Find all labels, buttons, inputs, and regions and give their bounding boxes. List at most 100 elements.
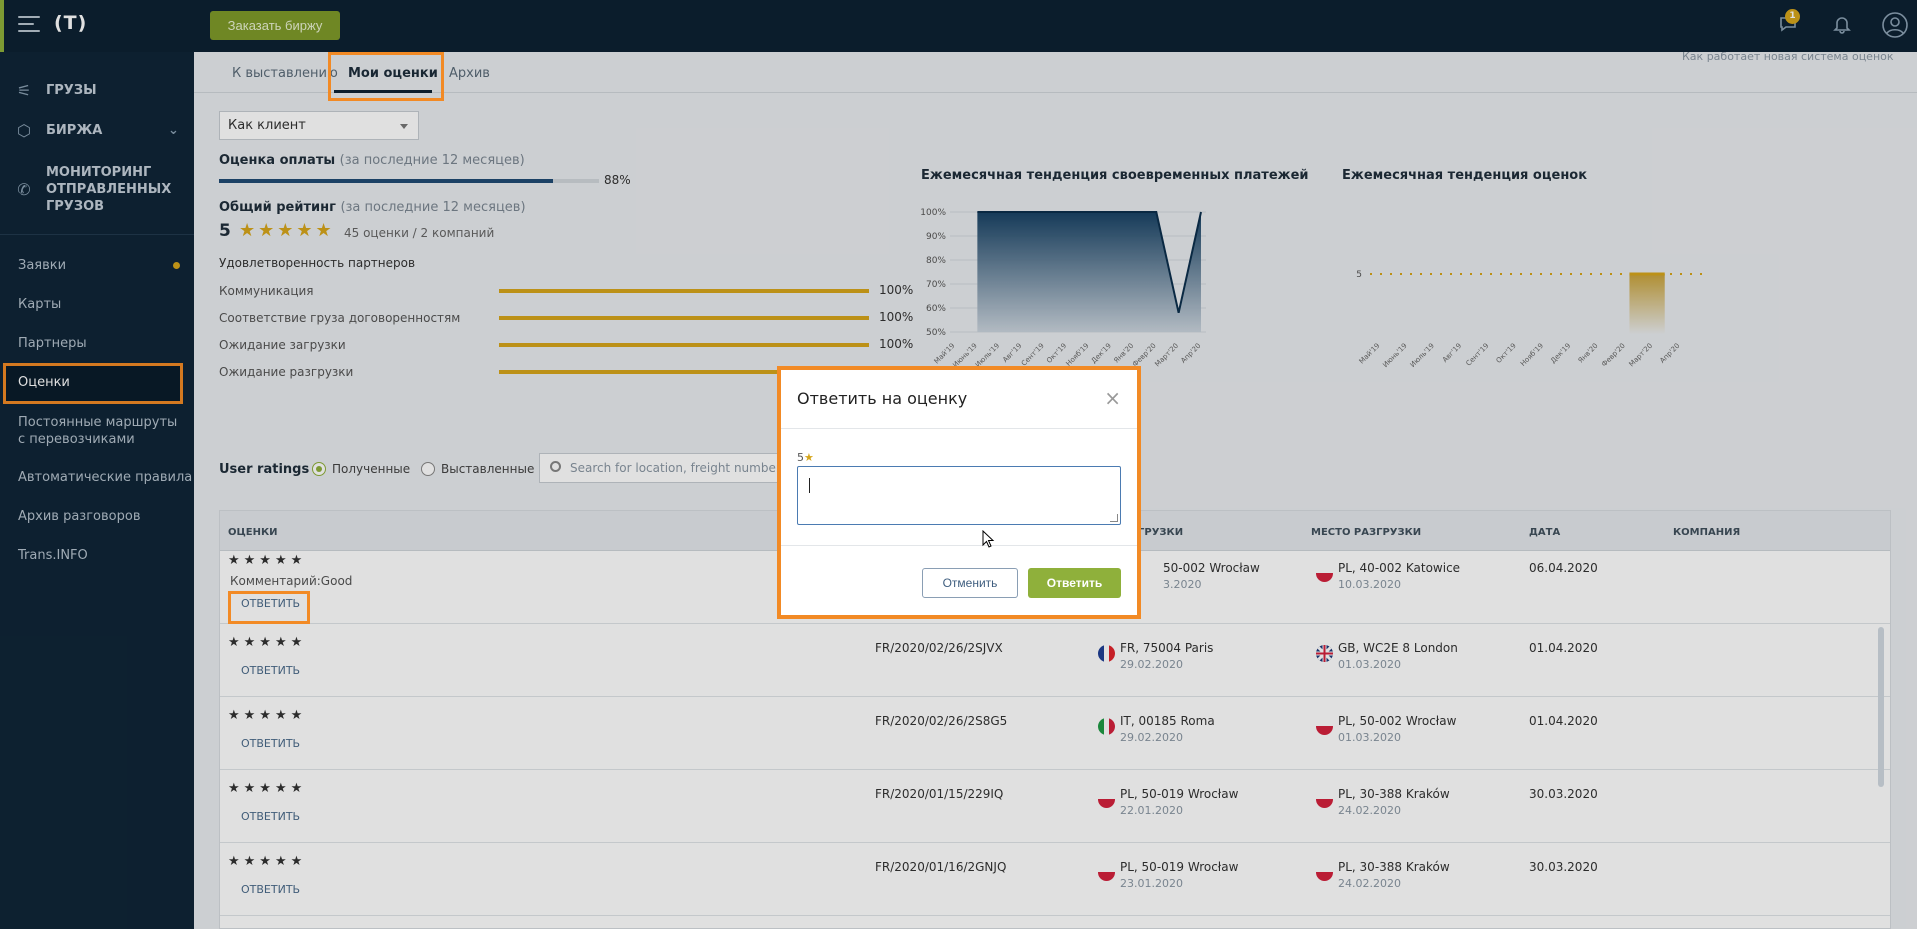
row-freight-number[interactable]: FR/2020/01/15/229IQ (875, 787, 1003, 801)
reply-button[interactable]: ОТВЕТИТЬ (241, 810, 300, 823)
row-unloading: PL, 30-388 Kraków 24.02.2020 (1338, 787, 1450, 817)
payments-trend-chart: 100%90%80%70%60%50%Май'19Июнь'19Июль'19 А… (920, 208, 1206, 369)
header-loading: ГРУЗКИ (1138, 527, 1184, 538)
sidebar-item-monitoring[interactable]: ✆ МОНИТОРИНГ ОТПРАВЛЕННЫХ ГРУЗОВ (0, 164, 171, 215)
sidebar-item-requests[interactable]: Заявки (18, 258, 66, 273)
reply-textarea[interactable] (797, 466, 1121, 525)
table-row: ★★★★★ ОТВЕТИТЬ FR/2020/02/26/2SJVX FR, 7… (220, 624, 1890, 697)
comment-text: Good (320, 574, 353, 588)
radio-received[interactable]: Полученные (312, 462, 410, 476)
sidebar-item-routes[interactable]: Постоянные маршруты с перевозчиками (18, 414, 178, 448)
sidebar-item-ratings[interactable]: Оценки (18, 375, 70, 390)
flag-pl-icon (1316, 718, 1333, 735)
unload-place: GB, WC2E 8 London (1338, 641, 1458, 655)
bell-icon[interactable] (1830, 14, 1854, 38)
role-select-value: Как клиент (228, 118, 306, 133)
sidebar-item-exchange[interactable]: ⬡ БИРЖА ⌄ (0, 122, 194, 139)
reply-button[interactable]: ОТВЕТИТЬ (241, 664, 300, 677)
sidebar: ⚟ ГРУЗЫ ⬡ БИРЖА ⌄ ✆ МОНИТОРИНГ ОТПРАВЛЕН… (0, 52, 194, 929)
row-comment: Комментарий:Good (230, 574, 352, 588)
monitoring-icon: ✆ (17, 180, 31, 199)
tab-archive[interactable]: Архив (449, 66, 490, 81)
flag-pl-icon (1098, 864, 1115, 881)
payment-rating-title: Оценка оплаты (за последние 12 месяцев) (219, 153, 525, 168)
load-place: PL, 50-019 Wrocław (1120, 860, 1239, 874)
x-tick-label: Сент'19 (1020, 342, 1046, 368)
reply-button[interactable]: ОТВЕТИТЬ (241, 737, 300, 750)
close-icon[interactable]: × (1104, 386, 1121, 410)
submit-reply-button[interactable]: Ответить (1028, 568, 1121, 598)
menu-icon[interactable] (18, 16, 40, 32)
overall-period: (за последние 12 месяцев) (340, 200, 526, 215)
rating-system-help-link[interactable]: Как работает новая система оценок (1682, 52, 1894, 63)
x-tick-label: Нояб'19 (1519, 342, 1545, 368)
y-tick-label: 60% (926, 304, 946, 314)
row-stars: ★★★★★ (228, 708, 307, 723)
table-row: ★★★★★ ОТВЕТИТЬ FR/2020/01/16/2GNJQ PL, 5… (220, 843, 1890, 916)
satisfaction-bar (499, 316, 869, 320)
sidebar-item-transinfo[interactable]: Trans.INFO (18, 548, 88, 563)
flag-pl-icon (1316, 864, 1333, 881)
user-avatar-icon[interactable] (1881, 11, 1909, 39)
reply-dialog: Ответить на оценку × 5★ Отменить Ответит… (781, 370, 1137, 615)
unload-place: PL, 40-002 Katowice (1338, 561, 1461, 575)
tab-to-rate[interactable]: К выставлению (232, 66, 338, 81)
flag-pl-icon (1316, 565, 1333, 582)
exchange-icon: ⬡ (17, 121, 31, 140)
header-company: КОМПАНИЯ (1673, 527, 1741, 538)
header-ratings: ОЦЕНКИ (228, 527, 278, 538)
sidebar-item-partners[interactable]: Партнеры (18, 336, 87, 351)
tabs-bar: К выставлению Мои оценки Архив (194, 52, 1917, 93)
radio-given[interactable]: Выставленные (421, 462, 534, 476)
reply-highlight-frame (228, 591, 310, 624)
role-select[interactable]: Как клиент (219, 111, 419, 140)
app-logo[interactable]: (T) (54, 12, 87, 34)
payment-title-text: Оценка оплаты (219, 153, 336, 168)
table-scrollbar[interactable] (1878, 627, 1884, 787)
radio-unselected-icon (421, 462, 435, 476)
row-freight-number[interactable]: FR/2020/01/16/2GNJQ (875, 860, 1006, 874)
unload-date: 01.03.2020 (1338, 658, 1401, 671)
satisfaction-label: Ожидание загрузки (219, 338, 346, 352)
overall-title-text: Общий рейтинг (219, 200, 336, 215)
star-icon: ★ (804, 451, 814, 464)
user-ratings-label: User ratings (219, 462, 310, 477)
payment-bar-fill (219, 179, 554, 183)
satisfaction-label: Соответствие груза договоренностям (219, 311, 461, 325)
sidebar-item-label: БИРЖА (46, 123, 103, 138)
order-exchange-button[interactable]: Заказать биржу (210, 11, 340, 40)
unload-date: 24.02.2020 (1338, 804, 1401, 817)
load-date: 3.2020 (1163, 578, 1202, 591)
sidebar-item-cargo[interactable]: ⚟ ГРУЗЫ (0, 82, 97, 99)
unload-place: PL, 50-002 Wrocław (1338, 714, 1457, 728)
overall-score: 5 (219, 221, 231, 241)
tab-highlight-frame (328, 52, 444, 101)
radio-given-label: Выставленные (441, 462, 535, 476)
satisfaction-label: Ожидание разгрузки (219, 365, 354, 379)
sidebar-item-chat-archive[interactable]: Архив разговоров (18, 509, 140, 524)
dialog-header: Ответить на оценку × (781, 370, 1137, 429)
satisfaction-bar (499, 343, 869, 347)
table-row: ★★★★★ ОТВЕТИТЬ FR/2020/01/15/229IQ PL, 5… (220, 770, 1890, 843)
row-date: 30.03.2020 (1529, 787, 1598, 801)
row-freight-number[interactable]: FR/2020/02/26/2SJVX (875, 641, 1003, 655)
table-row: ★★★★★ ОТВЕТИТЬ FR/2020/02/26/2S8G5 IT, 0… (220, 697, 1890, 770)
top-bar: (T) Заказать биржу 1 (0, 0, 1917, 52)
cargo-icon: ⚟ (16, 81, 32, 100)
resize-handle-icon[interactable] (1110, 514, 1118, 522)
sidebar-item-maps[interactable]: Карты (18, 297, 61, 312)
x-tick-label: Сент'19 (1465, 342, 1491, 368)
row-stars: ★★★★★ (228, 781, 307, 796)
row-unloading: PL, 50-002 Wrocław 01.03.2020 (1338, 714, 1456, 744)
sidebar-item-auto-rules[interactable]: Автоматические правила (18, 470, 192, 485)
load-place: PL, 50-019 Wrocław (1120, 787, 1239, 801)
ratings-chart-title: Ежемесячная тенденция оценок (1342, 168, 1588, 183)
row-date: 30.03.2020 (1529, 860, 1598, 874)
row-freight-number[interactable]: FR/2020/02/26/2S8G5 (875, 714, 1007, 728)
row-unloading: PL, 30-388 Kraków 24.02.2020 (1338, 860, 1450, 890)
reply-button[interactable]: ОТВЕТИТЬ (241, 883, 300, 896)
x-tick-label: Июль'19 (974, 342, 1001, 369)
payments-chart-title: Ежемесячная тенденция своевременных плат… (921, 168, 1309, 183)
cancel-button[interactable]: Отменить (922, 568, 1018, 598)
row-date: 01.04.2020 (1529, 641, 1598, 655)
